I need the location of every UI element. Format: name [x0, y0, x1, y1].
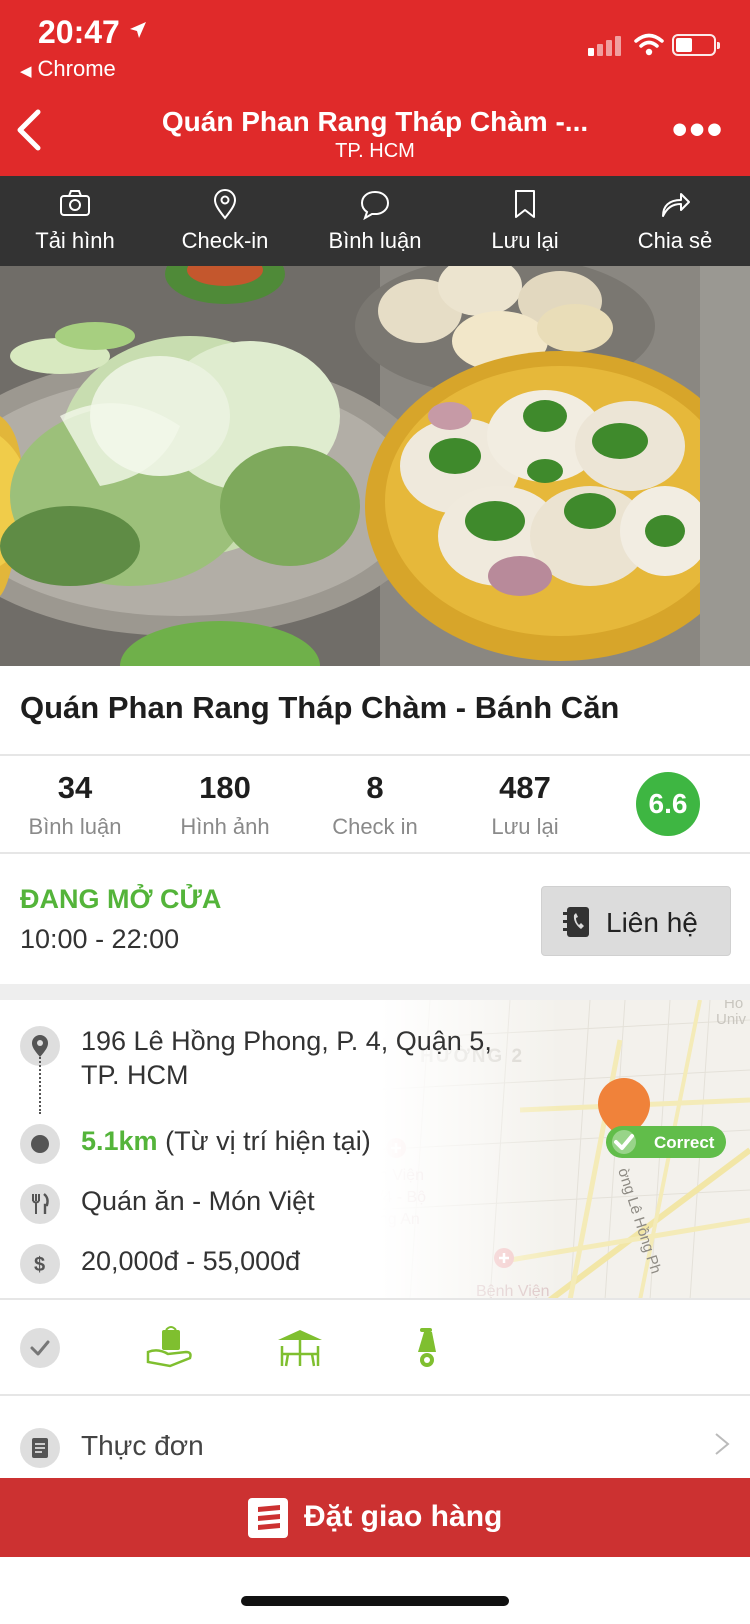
comment-label: Bình luận — [328, 228, 422, 253]
back-chevron-icon[interactable] — [14, 108, 44, 152]
page-title: Quán Phan Rang Tháp Chàm -... — [161, 106, 589, 137]
check-in-button[interactable]: Check-in — [150, 176, 300, 266]
motorbike-parking-icon — [418, 1328, 436, 1367]
back-to-chrome-link[interactable]: ◀ Chrome — [20, 56, 116, 82]
cellular-signal-icon — [588, 32, 624, 56]
correct-label: Correct — [654, 1133, 715, 1152]
check-icon — [30, 1340, 50, 1356]
open-status: ĐANG MỞ CỬA — [20, 884, 222, 914]
stat-comments[interactable]: 34 Bình luận — [0, 770, 150, 840]
camera-icon — [60, 190, 90, 216]
stat-photos-value: 180 — [199, 770, 251, 805]
share-icon — [662, 193, 690, 217]
rating-score-badge[interactable]: 6.6 — [636, 772, 700, 836]
stat-comments-label: Bình luận — [28, 814, 122, 839]
check-in-label: Check-in — [181, 228, 269, 253]
upload-photo-button[interactable]: Tải hình — [0, 176, 150, 266]
page-subtitle: TP. HCM — [335, 140, 415, 162]
distance-value: 5.1km — [81, 1126, 158, 1156]
action-toolbar: Tải hình Check-in Bình luận Lưu lại Chia… — [0, 176, 750, 266]
phone-book-icon — [563, 907, 589, 937]
distance-row: 5.1km (Từ vị trí hiện tại) — [81, 1124, 371, 1158]
stat-saves-value: 487 — [499, 770, 551, 805]
address-line-2[interactable]: TP. HCM — [81, 1058, 189, 1092]
more-options-icon[interactable]: ••• — [672, 108, 724, 152]
top-header: 20:47 ◀ Chrome Quán Phan Rang Tháp Chàm -… — [0, 0, 750, 176]
outdoor-seating-icon — [278, 1330, 322, 1367]
wifi-icon — [634, 33, 664, 56]
divider — [0, 754, 750, 756]
map-hospital-label-1: nh Viện — [370, 1167, 424, 1184]
route-dots — [39, 1046, 41, 1114]
stat-photos-label: Hình ảnh — [180, 814, 270, 839]
menu-document-icon — [32, 1438, 48, 1458]
check-icon — [612, 1130, 636, 1154]
stat-photos[interactable]: 180 Hình ảnh — [150, 770, 300, 840]
section-gap — [0, 984, 750, 1000]
category-icon-wrap — [20, 1184, 60, 1224]
price-icon-wrap: $ — [20, 1244, 60, 1284]
battery-icon — [672, 34, 720, 56]
restaurant-name: Quán Phan Rang Tháp Chàm - Bánh Căn — [20, 690, 620, 725]
comment-icon — [360, 190, 390, 220]
save-label: Lưu lại — [491, 228, 559, 253]
dollar-icon: $ — [34, 1254, 45, 1276]
share-label: Chia sẻ — [637, 228, 713, 253]
save-button[interactable]: Lưu lại — [450, 176, 600, 266]
location-pin-icon — [213, 189, 237, 220]
order-delivery-button[interactable]: Đặt giao hàng — [0, 1478, 750, 1557]
menu-row[interactable]: Thực đơn — [0, 1400, 750, 1478]
chevron-right-icon — [715, 1433, 730, 1455]
stat-checkins-value: 8 — [366, 770, 384, 805]
divider — [0, 852, 750, 854]
amenities-check-icon-wrap — [20, 1328, 60, 1368]
stat-saves-label: Lưu lại — [491, 814, 559, 839]
home-indicator[interactable] — [241, 1596, 509, 1606]
location-arrow-icon — [130, 22, 146, 38]
stat-saves[interactable]: 487 Lưu lại — [450, 770, 600, 840]
divider — [0, 1394, 750, 1396]
comment-button[interactable]: Bình luận — [300, 176, 450, 266]
fork-knife-icon — [32, 1193, 49, 1214]
correct-location-badge[interactable]: Correct — [606, 1126, 726, 1158]
food-photo-illustration — [0, 266, 750, 666]
order-delivery-label: Đặt giao hàng — [304, 1500, 503, 1533]
upload-photo-label: Tải hình — [35, 228, 115, 253]
current-location-icon — [31, 1135, 49, 1153]
menu-label: Thực đơn — [81, 1430, 204, 1461]
divider — [0, 1298, 750, 1300]
svg-text:$: $ — [34, 1254, 45, 1276]
restaurant-photo[interactable] — [0, 266, 750, 666]
category-text: Quán ăn - Món Việt — [81, 1186, 315, 1216]
stat-comments-value: 34 — [57, 770, 93, 805]
address-line-1[interactable]: 196 Lê Hồng Phong, P. 4, Quận 5, — [81, 1024, 492, 1058]
contact-label: Liên hệ — [606, 907, 698, 938]
share-button[interactable]: Chia sẻ — [600, 176, 750, 266]
stat-checkins[interactable]: 8 Check in — [300, 770, 450, 840]
back-app-label: Chrome — [37, 56, 116, 81]
status-time: 20:47 — [38, 14, 120, 50]
current-location-icon-wrap — [20, 1124, 60, 1164]
price-range: 20,000đ - 55,000đ — [81, 1246, 301, 1276]
stat-checkins-label: Check in — [332, 814, 418, 839]
menu-icon-wrap — [20, 1428, 60, 1468]
map-hospital-label-2: 0/4 - Bộ — [370, 1189, 426, 1206]
bookmark-icon — [515, 190, 535, 218]
takeaway-icon — [146, 1326, 192, 1368]
distance-note: (Từ vị trí hiện tại) — [165, 1126, 371, 1156]
opening-hours: 10:00 - 22:00 — [20, 924, 180, 954]
contact-button[interactable]: Liên hệ — [541, 886, 731, 956]
back-triangle-icon: ◀ — [20, 63, 32, 80]
map-corner-label-2: Univ — [716, 1011, 747, 1028]
map-hospital-label-3: ông An — [370, 1211, 420, 1228]
delivery-logo-icon — [248, 1498, 288, 1538]
